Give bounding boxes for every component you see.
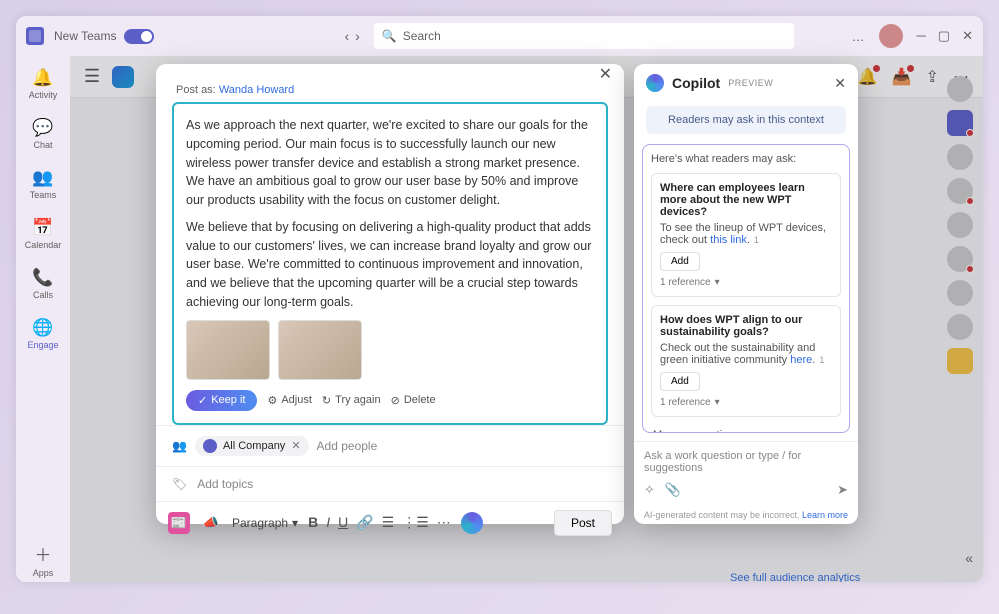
- sparkle-icon[interactable]: ✧: [644, 482, 655, 498]
- bold-button[interactable]: B: [308, 514, 318, 531]
- chat-icon: 💬: [32, 118, 53, 138]
- italic-button[interactable]: I: [326, 514, 330, 531]
- message-editor[interactable]: As we approach the next quarter, we're e…: [172, 102, 608, 425]
- attached-image[interactable]: [278, 320, 362, 380]
- rail-teams[interactable]: 👥Teams: [21, 164, 65, 204]
- body-paragraph: As we approach the next quarter, we're e…: [186, 116, 594, 210]
- phone-icon: 📞: [32, 268, 53, 288]
- chevron-down-icon: ▾: [715, 277, 720, 288]
- nav-forward-icon[interactable]: ›: [355, 28, 360, 44]
- suggestion-question: Where can employees learn more about the…: [660, 182, 832, 218]
- titlebar-more-icon[interactable]: …: [852, 29, 865, 44]
- close-icon[interactable]: ✕: [834, 75, 846, 92]
- app-rail: 🔔Activity 💬Chat 👥Teams 📅Calendar 📞Calls …: [16, 56, 70, 582]
- context-pill: Readers may ask in this context: [646, 106, 846, 134]
- chevron-down-icon: ▾: [292, 516, 298, 530]
- attached-image[interactable]: [186, 320, 270, 380]
- add-people-input[interactable]: Add people: [317, 439, 378, 453]
- slider-icon: ⚙: [267, 394, 277, 407]
- reference-expand[interactable]: 1 reference▾: [660, 277, 832, 288]
- rail-apps[interactable]: ＋Apps: [21, 537, 65, 582]
- preview-badge: PREVIEW: [728, 78, 773, 88]
- suggestion-card: Where can employees learn more about the…: [651, 173, 841, 297]
- link-button[interactable]: 🔗: [356, 514, 373, 531]
- copilot-intro: Here's what readers may ask:: [651, 153, 841, 165]
- people-icon: 👥: [32, 168, 53, 188]
- window-close-icon[interactable]: ✕: [962, 28, 973, 44]
- topic-icon: 🏷: [172, 477, 187, 491]
- suggestion-link[interactable]: this link: [710, 234, 747, 246]
- copilot-logo-icon: [646, 74, 664, 92]
- bullet-list-button[interactable]: ⋮☰: [402, 514, 429, 531]
- audience-icon: 👥: [172, 439, 187, 453]
- close-icon[interactable]: ✕: [599, 64, 612, 84]
- search-placeholder: Search: [403, 29, 441, 43]
- audience-chip[interactable]: All Company ✕: [195, 436, 309, 456]
- search-input[interactable]: 🔍 Search: [374, 23, 794, 49]
- add-suggestion-button[interactable]: Add: [660, 252, 700, 271]
- delete-button[interactable]: ⊘Delete: [391, 394, 436, 407]
- suggestion-answer: To see the lineup of WPT devices, check …: [660, 222, 832, 246]
- window-minimize-icon[interactable]: ─: [917, 28, 926, 44]
- group-avatar-icon: [203, 439, 217, 453]
- rail-calendar[interactable]: 📅Calendar: [21, 214, 65, 254]
- ai-disclaimer: AI-generated content may be incorrect.: [644, 510, 800, 520]
- chevron-right-icon: ›: [835, 429, 839, 433]
- rail-engage[interactable]: 🌐Engage: [21, 314, 65, 354]
- suggestion-question: How does WPT align to our sustainability…: [660, 314, 832, 338]
- remove-chip-icon[interactable]: ✕: [291, 439, 300, 452]
- more-suggestions-button[interactable]: More suggestions›: [651, 425, 841, 433]
- ref-count: 1: [754, 235, 759, 245]
- post-as-label: Post as:: [176, 84, 216, 96]
- list-button[interactable]: ☰: [382, 514, 395, 531]
- announcement-icon[interactable]: 📣: [200, 512, 222, 534]
- trash-icon: ⊘: [391, 394, 400, 407]
- plus-icon: ＋: [35, 541, 52, 566]
- send-icon[interactable]: ➤: [837, 482, 848, 498]
- underline-button[interactable]: U: [338, 514, 348, 531]
- chevron-down-icon: ▾: [715, 397, 720, 408]
- paragraph-dropdown[interactable]: Paragraph▾: [232, 516, 298, 530]
- ref-count: 1: [819, 355, 824, 365]
- post-as-name-link[interactable]: Wanda Howard: [219, 84, 294, 96]
- reference-expand[interactable]: 1 reference▾: [660, 397, 832, 408]
- post-type-icon[interactable]: 📰: [168, 512, 190, 534]
- compose-dialog: ✕ Post as: Wanda Howard As we approach t…: [156, 64, 624, 524]
- teams-logo-icon: [26, 27, 44, 45]
- search-icon: 🔍: [382, 29, 397, 43]
- rail-calls[interactable]: 📞Calls: [21, 264, 65, 304]
- more-format-icon[interactable]: ⋯: [437, 514, 451, 531]
- copilot-title: Copilot: [672, 75, 720, 91]
- rail-activity[interactable]: 🔔Activity: [21, 64, 65, 104]
- attachment-icon[interactable]: 📎: [665, 482, 681, 498]
- adjust-button[interactable]: ⚙Adjust: [267, 394, 311, 407]
- add-topics-input[interactable]: Add topics: [197, 477, 253, 491]
- suggestion-link[interactable]: here: [790, 354, 812, 366]
- keep-it-button[interactable]: ✓Keep it: [186, 390, 257, 411]
- suggestion-card: How does WPT align to our sustainability…: [651, 305, 841, 417]
- nav-back-icon[interactable]: ‹: [344, 28, 349, 44]
- check-icon: ✓: [198, 394, 207, 407]
- body-paragraph: We believe that by focusing on deliverin…: [186, 218, 594, 312]
- suggestion-answer: Check out the sustainability and green i…: [660, 342, 832, 366]
- try-again-button[interactable]: ↻Try again: [322, 394, 381, 407]
- globe-icon: 🌐: [32, 318, 53, 338]
- copilot-ask-input[interactable]: Ask a work question or type / for sugges…: [644, 450, 848, 474]
- user-avatar[interactable]: [879, 24, 903, 48]
- copilot-icon[interactable]: [461, 512, 483, 534]
- calendar-icon: 📅: [32, 218, 53, 238]
- add-suggestion-button[interactable]: Add: [660, 372, 700, 391]
- bell-icon: 🔔: [32, 68, 53, 88]
- new-teams-label: New Teams: [54, 29, 116, 43]
- learn-more-link[interactable]: Learn more: [802, 510, 848, 520]
- refresh-icon: ↻: [322, 394, 331, 407]
- new-teams-toggle[interactable]: [124, 29, 154, 44]
- post-button[interactable]: Post: [554, 510, 612, 536]
- window-maximize-icon[interactable]: ▢: [938, 28, 950, 44]
- rail-chat[interactable]: 💬Chat: [21, 114, 65, 154]
- copilot-panel: Copilot PREVIEW ✕ Readers may ask in thi…: [634, 64, 858, 524]
